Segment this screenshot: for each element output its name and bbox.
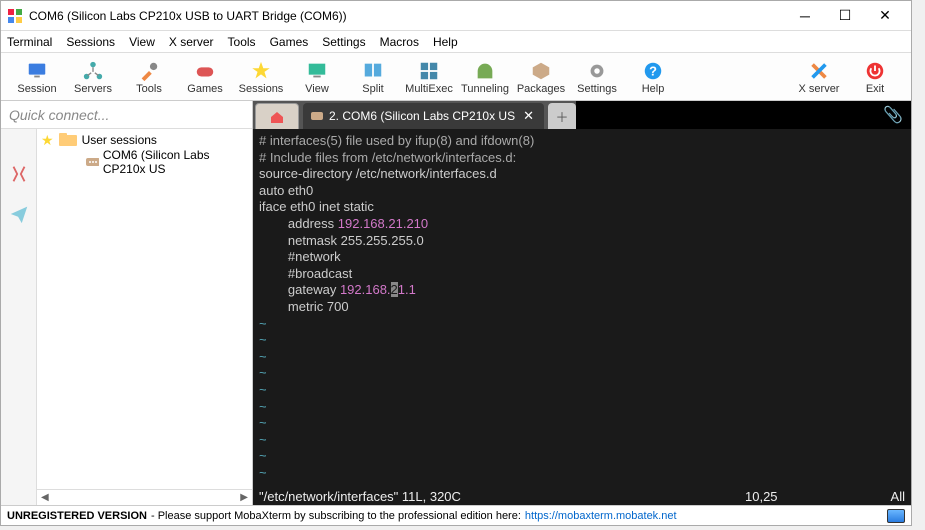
- star-icon: ★: [41, 132, 54, 149]
- vim-status-bar: "/etc/network/interfaces" 11L, 320C 10,2…: [253, 487, 911, 505]
- session-button[interactable]: Session: [9, 56, 65, 100]
- toolbar: Session Servers Tools Games Sessions Vie…: [1, 53, 911, 101]
- tree-session-label: COM6 (Silicon Labs CP210x US: [103, 148, 252, 176]
- view-button[interactable]: View: [289, 56, 345, 100]
- vtab-send-icon[interactable]: [8, 203, 30, 225]
- tree-root-label: User sessions: [82, 133, 157, 147]
- xserver-button[interactable]: X server: [791, 56, 847, 100]
- status-scroll: All: [865, 489, 905, 504]
- tab-close-button[interactable]: ✕: [521, 108, 536, 124]
- split-icon: [362, 60, 384, 82]
- serial-icon: [85, 155, 99, 169]
- tab-home[interactable]: [255, 103, 299, 129]
- minimize-button[interactable]: ─: [785, 2, 825, 30]
- package-icon: [530, 60, 552, 82]
- tools-icon: [138, 60, 160, 82]
- tools-button[interactable]: Tools: [121, 56, 177, 100]
- quick-connect-input[interactable]: Quick connect...: [1, 101, 252, 129]
- servers-button[interactable]: Servers: [65, 56, 121, 100]
- x-icon: [808, 60, 830, 82]
- multiexec-button[interactable]: MultiExec: [401, 56, 457, 100]
- menu-view[interactable]: View: [129, 35, 155, 49]
- star-icon: [250, 60, 272, 82]
- power-icon: [864, 60, 886, 82]
- menu-games[interactable]: Games: [270, 35, 309, 49]
- tab-active[interactable]: 2. COM6 (Silicon Labs CP210x US ✕: [303, 103, 544, 129]
- serial-icon: [311, 110, 323, 122]
- tunnel-icon: [474, 60, 496, 82]
- folder-icon: [58, 133, 78, 147]
- tree-session[interactable]: COM6 (Silicon Labs CP210x US: [37, 151, 252, 173]
- sessions-button[interactable]: Sessions: [233, 56, 289, 100]
- menu-terminal[interactable]: Terminal: [7, 35, 52, 49]
- help-button[interactable]: ?Help: [625, 56, 681, 100]
- monitor-icon: [26, 60, 48, 82]
- footer-display-icon[interactable]: [887, 509, 905, 523]
- gamepad-icon: [194, 60, 216, 82]
- terminal-cursor: 2: [391, 282, 398, 297]
- footer-unregistered: UNREGISTERED VERSION: [7, 510, 147, 522]
- titlebar: COM6 (Silicon Labs CP210x USB to UART Br…: [1, 1, 911, 31]
- home-icon: [269, 110, 285, 124]
- footer-message: - Please support MobaXterm by subscribin…: [151, 510, 521, 522]
- screen-icon: [306, 60, 328, 82]
- menu-tools[interactable]: Tools: [228, 35, 256, 49]
- menu-xserver[interactable]: X server: [169, 35, 214, 49]
- maximize-button[interactable]: ☐: [825, 2, 865, 30]
- settings-button[interactable]: Settings: [569, 56, 625, 100]
- app-icon: [7, 8, 23, 24]
- footer-link[interactable]: https://mobaxterm.mobatek.net: [525, 510, 677, 522]
- menubar: Terminal Sessions View X server Tools Ga…: [1, 31, 911, 53]
- gear-icon: [586, 60, 608, 82]
- exit-button[interactable]: Exit: [847, 56, 903, 100]
- sidebar: Quick connect... ★ User sessions COM6 (S…: [1, 101, 253, 505]
- vtab-macros-icon[interactable]: [8, 163, 30, 185]
- help-icon: ?: [642, 60, 664, 82]
- terminal[interactable]: # interfaces(5) file used by ifup(8) and…: [253, 129, 911, 487]
- network-icon: [82, 60, 104, 82]
- scrollbar-horizontal[interactable]: ◀▶: [37, 489, 252, 505]
- menu-macros[interactable]: Macros: [380, 35, 419, 49]
- status-file: "/etc/network/interfaces" 11L, 320C: [259, 489, 745, 504]
- window-title: COM6 (Silicon Labs CP210x USB to UART Br…: [29, 9, 785, 23]
- footer: UNREGISTERED VERSION - Please support Mo…: [1, 505, 911, 525]
- menu-help[interactable]: Help: [433, 35, 458, 49]
- menu-sessions[interactable]: Sessions: [66, 35, 115, 49]
- paperclip-icon[interactable]: 📎: [883, 105, 903, 125]
- status-position: 10,25: [745, 489, 865, 504]
- packages-button[interactable]: Packages: [513, 56, 569, 100]
- close-button[interactable]: ✕: [865, 2, 905, 30]
- svg-text:?: ?: [649, 64, 657, 79]
- games-button[interactable]: Games: [177, 56, 233, 100]
- tunneling-button[interactable]: Tunneling: [457, 56, 513, 100]
- tab-bar: 2. COM6 (Silicon Labs CP210x US ✕ ＋ 📎: [253, 101, 911, 129]
- tab-add-button[interactable]: ＋: [548, 103, 576, 129]
- multiexec-icon: [418, 60, 440, 82]
- tab-label: 2. COM6 (Silicon Labs CP210x US: [329, 109, 515, 123]
- split-button[interactable]: Split: [345, 56, 401, 100]
- menu-settings[interactable]: Settings: [322, 35, 365, 49]
